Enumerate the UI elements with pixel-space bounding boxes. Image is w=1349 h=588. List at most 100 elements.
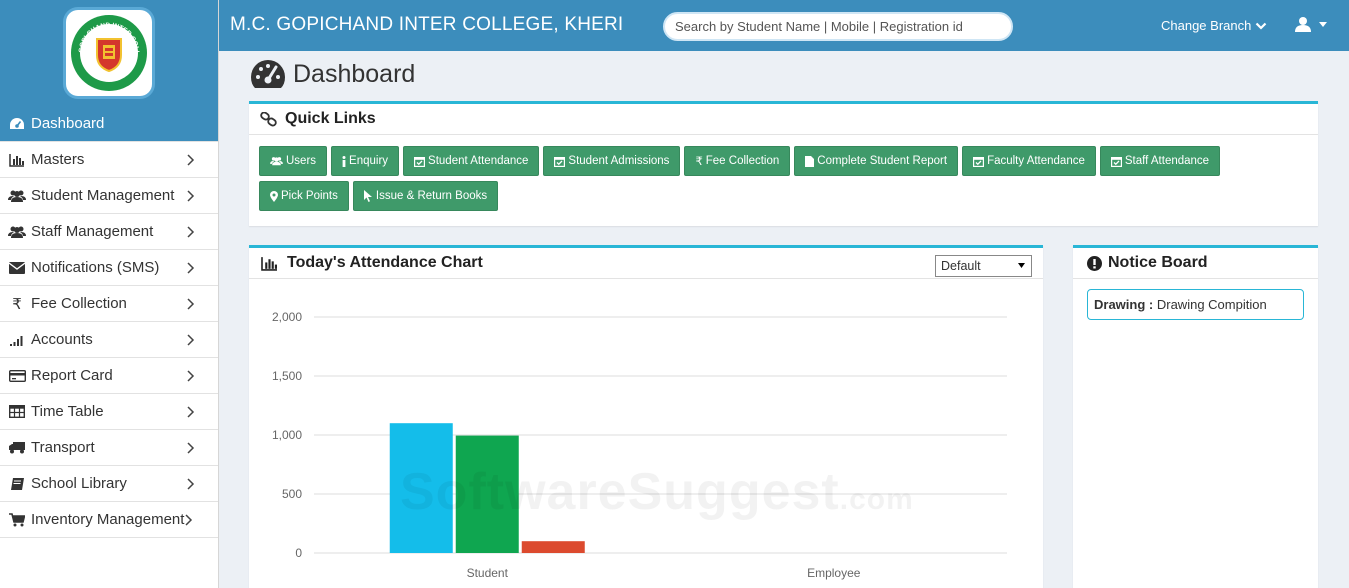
caret-down-icon [1018, 263, 1025, 268]
chart-bar [389, 423, 453, 553]
chart-y-tick-label: 0 [295, 546, 302, 560]
sidebar-item-notifications[interactable]: Notifications (SMS) [0, 250, 218, 286]
calendar-check-icon [554, 156, 566, 167]
quick-link-label: Student Attendance [428, 155, 529, 167]
link-icon [260, 111, 277, 126]
quick-link-faculty-attendance-button[interactable]: Faculty Attendance [962, 146, 1096, 176]
sidebar-item-inventory-management[interactable]: Inventory Management [0, 502, 218, 538]
quick-link-student-attendance-button[interactable]: Student Attendance [403, 146, 540, 176]
quick-links-header: Quick Links [249, 104, 1318, 135]
dashboard-icon [251, 60, 285, 88]
signal-icon [8, 333, 26, 347]
top-header: M.C. GOPICHAND INTER COLLEGE, KHERI Chan… [219, 0, 1349, 51]
sidebar-item-school-library[interactable]: School Library [0, 466, 218, 502]
sidebar-item-label: Time Table [31, 403, 104, 420]
map-marker-icon [270, 190, 278, 202]
quick-links-buttons: Users Enquiry Student Attendance Student… [249, 135, 1318, 211]
users-icon [8, 225, 26, 239]
quick-link-label: Fee Collection [705, 155, 780, 167]
sidebar-item-label: Fee Collection [31, 295, 127, 312]
chevron-right-icon [187, 226, 195, 238]
quick-link-fee-collection-button[interactable]: ₹ Fee Collection [684, 146, 791, 176]
chart-x-tick-label: Employee [807, 566, 861, 580]
quick-link-complete-student-report-button[interactable]: Complete Student Report [794, 146, 959, 176]
sidebar-item-label: Inventory Management [31, 511, 185, 528]
calendar-check-icon [1110, 156, 1122, 167]
quick-link-issue-return-books-button[interactable]: Issue & Return Books [352, 181, 499, 211]
sidebar-item-label: Masters [31, 151, 85, 168]
sidebar-item-dashboard[interactable]: Dashboard [0, 106, 218, 142]
chart-y-tick-label: 1,000 [272, 428, 302, 442]
chart-x-tick-label: Student [467, 566, 509, 580]
quick-link-label: Pick Points [281, 190, 338, 202]
chart-filter-value: Default [941, 259, 981, 273]
sidebar-item-label: Student Management [31, 187, 175, 204]
rupee-icon: ₹ [12, 295, 22, 313]
page-title-text: Dashboard [293, 59, 416, 88]
sidebar-item-label: Notifications (SMS) [31, 259, 160, 276]
calendar-check-icon [414, 156, 426, 167]
sidebar-item-student-management[interactable]: Student Management [0, 178, 218, 214]
sidebar-item-masters[interactable]: Masters [0, 142, 218, 178]
sidebar-item-label: School Library [31, 475, 127, 492]
quick-link-label: Student Admissions [568, 155, 670, 167]
quick-link-label: Staff Attendance [1124, 155, 1210, 167]
chart-y-tick-label: 500 [282, 487, 302, 501]
attendance-chart-panel: Today's Attendance Chart Default 0 500 1,0… [249, 245, 1043, 588]
chevron-right-icon [187, 442, 195, 454]
chevron-right-icon [187, 478, 195, 490]
sidebar-menu: Dashboard Masters Student Management Sta… [0, 106, 218, 538]
quick-link-users-button[interactable]: Users [259, 146, 328, 176]
sidebar-item-fee-collection[interactable]: ₹ Fee Collection [0, 286, 218, 322]
quick-link-staff-attendance-button[interactable]: Staff Attendance [1099, 146, 1221, 176]
user-menu[interactable] [1295, 16, 1327, 32]
caret-down-icon [1319, 21, 1327, 27]
change-branch-dropdown[interactable]: Change Branch [1161, 18, 1267, 33]
chevron-down-icon [1256, 22, 1267, 30]
chevron-right-icon [187, 406, 195, 418]
chart-bar [455, 435, 519, 553]
chevron-right-icon [187, 190, 195, 202]
quick-link-student-admissions-button[interactable]: Student Admissions [543, 146, 681, 176]
pointer-icon [363, 190, 372, 202]
student-search-input[interactable] [663, 12, 1013, 41]
user-icon [1295, 17, 1311, 32]
sidebar-item-staff-management[interactable]: Staff Management [0, 214, 218, 250]
sidebar-item-label: Dashboard [31, 115, 105, 132]
sidebar-item-label: Report Card [31, 367, 113, 384]
sidebar-item-report-card[interactable]: Report Card [0, 358, 218, 394]
chart-bar [521, 541, 585, 553]
envelope-icon [8, 261, 26, 275]
info-icon [342, 155, 346, 167]
quick-link-label: Enquiry [349, 155, 389, 167]
chevron-right-icon [187, 370, 195, 382]
logo-area: M.C. GOPI CHAND INTER COLLEGE KHERI, G.B… [0, 0, 218, 106]
table-icon [8, 405, 26, 419]
quick-link-enquiry-button[interactable]: Enquiry [331, 146, 400, 176]
bar-chart-icon [261, 256, 277, 271]
chevron-right-icon [185, 514, 193, 526]
users-icon [8, 189, 26, 203]
quick-link-label: Issue & Return Books [375, 190, 488, 202]
sidebar: M.C. GOPI CHAND INTER COLLEGE KHERI, G.B… [0, 0, 219, 588]
users-icon [270, 157, 283, 166]
quick-link-label: Users [286, 155, 317, 167]
notice-board-header: Notice Board [1073, 248, 1318, 279]
college-logo[interactable]: M.C. GOPI CHAND INTER COLLEGE KHERI, G.B… [66, 10, 152, 96]
sidebar-item-time-table[interactable]: Time Table [0, 394, 218, 430]
rupee-icon: ₹ [695, 156, 703, 168]
sidebar-item-label: Staff Management [31, 223, 154, 240]
notice-item[interactable]: Drawing : Drawing Compition [1087, 289, 1304, 320]
attendance-bar-chart: 0 500 1,000 1,500 2,000 Student Employee [272, 310, 1007, 580]
sidebar-item-label: Transport [31, 439, 95, 456]
chart-y-tick-label: 2,000 [272, 310, 302, 324]
college-seal-icon: M.C. GOPI CHAND INTER COLLEGE KHERI, G.B… [69, 13, 147, 91]
chart-y-tick-label: 1,500 [272, 369, 302, 383]
quick-link-label: Faculty Attendance [987, 155, 1085, 167]
dashboard-icon [8, 117, 26, 131]
quick-link-pick-points-button[interactable]: Pick Points [259, 181, 349, 211]
sidebar-item-transport[interactable]: Transport [0, 430, 218, 466]
chart-filter-select[interactable]: Default [935, 255, 1032, 277]
sidebar-item-accounts[interactable]: Accounts [0, 322, 218, 358]
calendar-check-icon [973, 156, 985, 167]
